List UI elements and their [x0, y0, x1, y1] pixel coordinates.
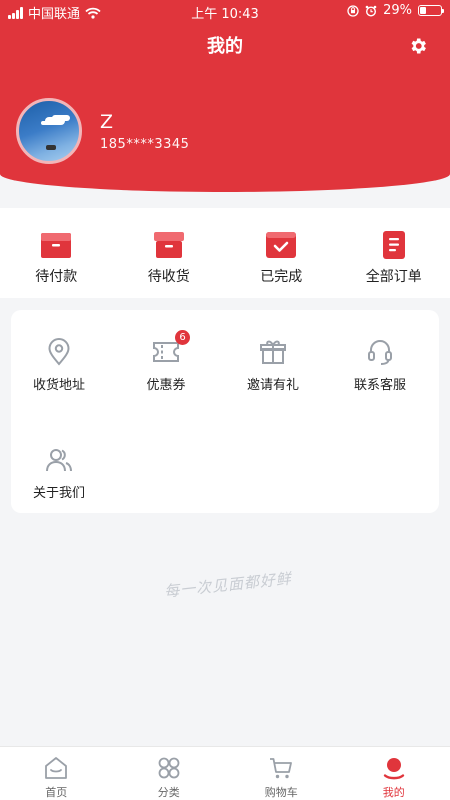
order-pending-receipt[interactable]: 待收货: [113, 208, 226, 298]
brand-slogan-watermark: 每一次见面都好鲜: [163, 569, 293, 601]
service-label: 邀请有礼: [246, 378, 299, 393]
profile-icon: [383, 758, 404, 780]
battery-icon: [418, 5, 444, 16]
service-coupon[interactable]: 6 优惠券: [118, 330, 214, 393]
wallet-icon: [41, 233, 72, 258]
avatar[interactable]: [16, 98, 82, 164]
tab-label: 首页: [45, 786, 68, 799]
tab-profile[interactable]: 我的: [338, 747, 450, 800]
services-card: 收货地址 6 优惠券 邀请有礼 联系客服 关于我们: [11, 310, 439, 513]
tab-label: 购物车: [264, 786, 298, 799]
service-label: 收货地址: [32, 378, 85, 393]
service-address[interactable]: 收货地址: [11, 338, 107, 393]
service-label: 优惠券: [146, 378, 186, 393]
order-list-icon: [382, 231, 405, 259]
box-icon: [153, 232, 184, 258]
alarm-icon: [365, 5, 377, 17]
order-completed[interactable]: 已完成: [225, 208, 338, 298]
service-about[interactable]: 关于我们: [11, 446, 107, 501]
rotation-lock-icon: [347, 4, 359, 17]
order-label: 已完成: [260, 269, 303, 285]
cart-icon: [270, 758, 293, 779]
order-label: 待付款: [35, 269, 78, 285]
category-icon: [158, 757, 180, 779]
status-bar: 中国联通 上午 10:43 29%: [0, 0, 450, 24]
users-icon: [46, 449, 72, 472]
coupon-count-badge: 6: [175, 330, 190, 345]
user-name: Z: [100, 111, 114, 133]
location-pin-icon: [48, 338, 70, 366]
tab-label: 我的: [382, 786, 405, 799]
orders-row: 待付款 待收货 已完成 全部订单: [0, 208, 450, 298]
completed-box-icon: [266, 232, 297, 258]
settings-gear-icon[interactable]: [408, 36, 428, 56]
order-pending-payment[interactable]: 待付款: [0, 208, 113, 298]
home-icon: [45, 757, 68, 779]
order-label: 待收货: [147, 269, 190, 285]
service-invite[interactable]: 邀请有礼: [225, 338, 321, 393]
service-support[interactable]: 联系客服: [332, 338, 428, 393]
headset-icon: [368, 340, 392, 365]
gift-icon: [260, 340, 286, 364]
service-label: 关于我们: [32, 486, 85, 501]
profile-header: 中国联通 上午 10:43 29% 我的 Z 185****3345: [0, 0, 450, 192]
tab-label: 分类: [157, 786, 180, 799]
user-phone: 185****3345: [100, 137, 190, 152]
tab-category[interactable]: 分类: [113, 747, 226, 800]
page-title: 我的: [207, 36, 243, 57]
order-label: 全部订单: [365, 269, 422, 285]
bottom-tab-bar: 首页 分类 购物车 我的: [0, 746, 450, 800]
order-all[interactable]: 全部订单: [338, 208, 450, 298]
tab-cart[interactable]: 购物车: [225, 747, 338, 800]
tab-home[interactable]: 首页: [0, 747, 113, 800]
battery-percent: 29%: [383, 3, 412, 18]
service-label: 联系客服: [353, 378, 406, 393]
